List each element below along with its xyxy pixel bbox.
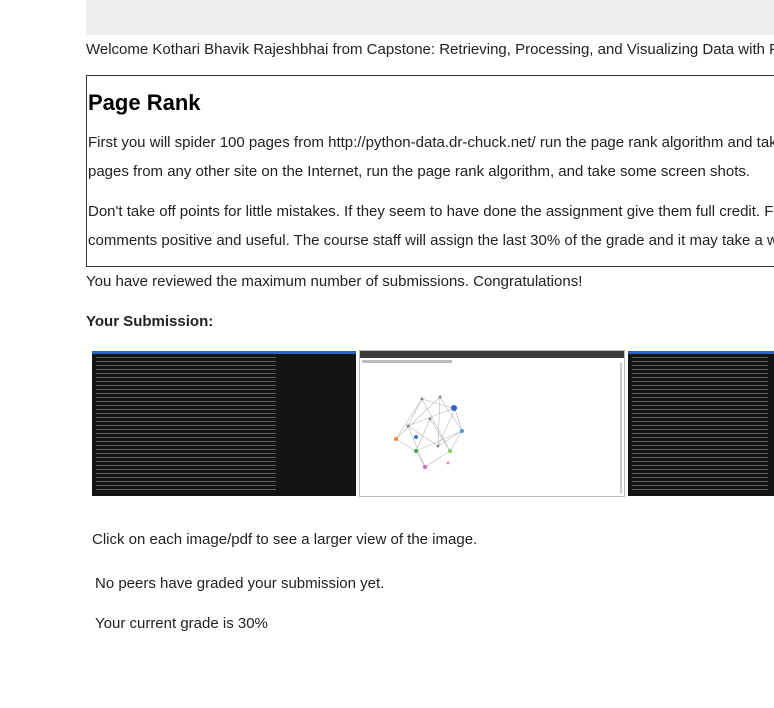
guidelines-line: comments positive and useful. The course… [88, 232, 774, 249]
welcome-message: Welcome Kothari Bhavik Rajeshbhai from C… [86, 41, 774, 58]
instructions-line: First you will spider 100 pages from htt… [88, 134, 774, 151]
terminal-output [96, 357, 276, 492]
terminal-titlebar [628, 351, 774, 354]
terminal-output [632, 357, 768, 492]
submission-image-3[interactable] [628, 351, 774, 496]
peer-grade-status: No peers have graded your submission yet… [95, 575, 385, 592]
max-reviews-message: You have reviewed the maximum number of … [86, 273, 583, 290]
assignment-description: Page Rank First you will spider 100 page… [86, 75, 774, 267]
top-bar [86, 0, 774, 35]
instructions-paragraph: First you will spider 100 pages from htt… [88, 128, 774, 186]
guidelines-line: Don't take off points for little mistake… [88, 203, 774, 220]
assignment-title: Page Rank [88, 90, 201, 115]
click-instruction: Click on each image/pdf to see a larger … [92, 531, 478, 548]
submission-heading: Your Submission: [86, 313, 214, 330]
current-grade: Your current grade is 30% [95, 615, 268, 632]
grading-guidelines-paragraph: Don't take off points for little mistake… [88, 197, 774, 255]
instructions-line: pages from any other site on the Interne… [88, 163, 751, 180]
force-graph-icon [394, 395, 464, 469]
terminal-titlebar [92, 351, 356, 354]
submission-image-1[interactable] [92, 351, 356, 496]
submission-image-2[interactable] [359, 350, 625, 497]
scrollbar [620, 363, 622, 493]
